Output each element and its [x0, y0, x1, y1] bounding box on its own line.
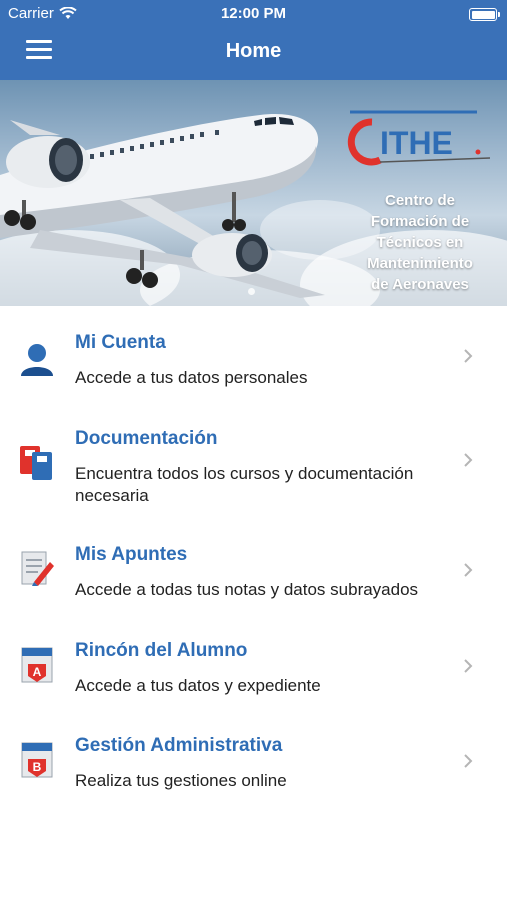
svg-text:B: B: [33, 760, 42, 774]
subtitle-line: Formación de: [370, 213, 470, 230]
item-title: Documentación: [75, 428, 218, 449]
clock: 12:00 PM: [220, 5, 287, 22]
subtitle-line: Centro de: [384, 192, 455, 209]
subtitle-line: Mantenimiento: [367, 255, 473, 272]
item-description: Realiza tus gestiones online: [75, 771, 287, 790]
svg-text:A: A: [33, 665, 42, 679]
menu-item-documentacion[interactable]: Documentación Encuentra todos los cursos…: [0, 424, 507, 514]
cithe-logo: ITHE: [347, 110, 491, 166]
chevron-right-icon: [464, 754, 473, 768]
item-description: Accede a tus datos y expediente: [75, 676, 321, 695]
menu-item-gestion-administrativa[interactable]: B Gestión Administrativa Realiza tus ges…: [0, 731, 507, 801]
item-description: Accede a tus datos personales: [75, 368, 308, 387]
user-icon: [21, 344, 53, 376]
navigation-bar: Home: [0, 30, 507, 74]
chevron-right-icon: [464, 349, 473, 363]
item-title: Mi Cuenta: [75, 332, 166, 353]
subtitle-line: Técnicos en: [376, 234, 464, 251]
carousel-indicator[interactable]: [248, 288, 255, 295]
chevron-right-icon: [464, 659, 473, 673]
menu-item-rincon-del-alumno[interactable]: A Rincón del Alumno Accede a tus datos y…: [0, 636, 507, 706]
item-title: Rincón del Alumno: [75, 640, 248, 661]
folders-icon: [20, 446, 52, 480]
page-title: Home: [225, 40, 282, 62]
top-bar: Carrier 12:00 PM Home: [0, 0, 507, 80]
item-description: Accede a todas tus notas y datos subraya…: [75, 580, 419, 599]
chevron-right-icon: [464, 563, 473, 577]
badge-a-icon: A: [21, 647, 53, 683]
chevron-right-icon: [464, 453, 473, 467]
badge-b-icon: B: [21, 742, 53, 778]
notes-icon: [21, 551, 54, 586]
battery-icon: [469, 8, 500, 21]
item-description: Encuentra todos los cursos y documentaci…: [75, 464, 414, 505]
status-bar: Carrier 12:00 PM: [0, 0, 507, 28]
item-title: Mis Apuntes: [75, 544, 188, 565]
item-title: Gestión Administrativa: [75, 735, 283, 756]
subtitle-line: de Aeronaves: [371, 276, 469, 293]
menu-item-mi-cuenta[interactable]: Mi Cuenta Accede a tus datos personales: [0, 328, 507, 398]
menu-item-mis-apuntes[interactable]: Mis Apuntes Accede a todas tus notas y d…: [0, 540, 507, 610]
logo-subtitle: Centro de Formación de Técnicos en Mante…: [345, 190, 495, 295]
hero-banner: ITHE Centro de Formación de Técnicos en …: [0, 80, 507, 306]
svg-text:ITHE: ITHE: [380, 125, 453, 161]
